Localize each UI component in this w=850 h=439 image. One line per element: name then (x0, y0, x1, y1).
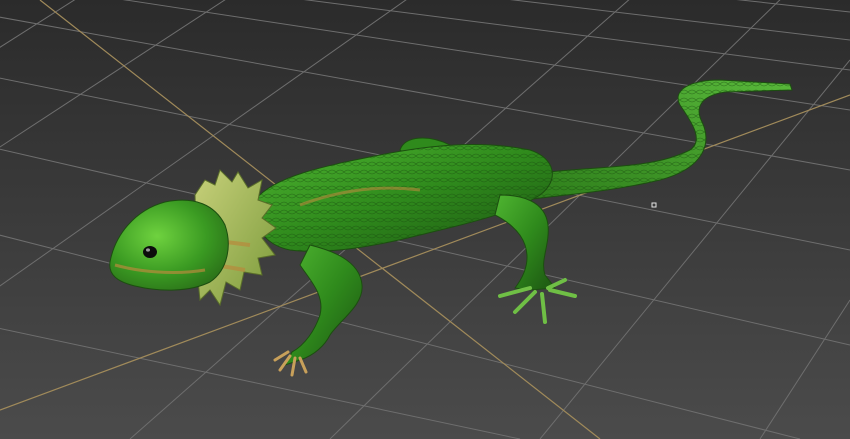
viewport-canvas[interactable] (0, 0, 850, 439)
3d-viewport[interactable] (0, 0, 850, 439)
lizard-eye (143, 246, 157, 258)
eye-highlight (146, 248, 150, 252)
